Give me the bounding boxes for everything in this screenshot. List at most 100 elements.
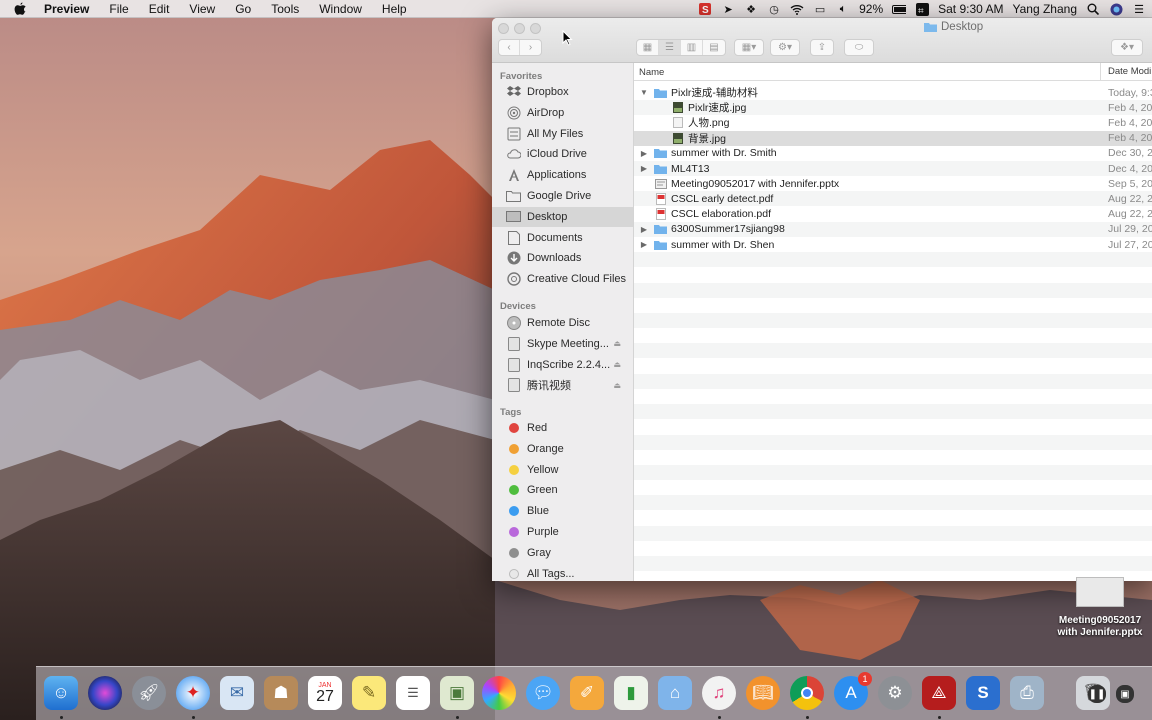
sidebar-device-item[interactable]: 腾讯视频 ⏏	[492, 375, 633, 395]
eject-icon[interactable]: ⏏	[613, 360, 621, 369]
photos-dock-icon[interactable]	[482, 676, 516, 710]
zoom-button[interactable]	[530, 23, 541, 34]
table-row[interactable]: 人物.png Feb 4, 20	[634, 115, 1152, 130]
sidebar-item-google-drive[interactable]: Google Drive	[492, 186, 633, 206]
contacts-dock-icon[interactable]: ☗	[264, 676, 298, 710]
pages-dock-icon[interactable]: ✐	[570, 676, 604, 710]
eject-icon[interactable]: ⏏	[613, 339, 621, 348]
disclosure-collapsed-icon[interactable]: ▶	[639, 240, 649, 249]
spotlight-search-icon[interactable]	[1086, 2, 1100, 16]
sidebar-device-item[interactable]: InqScribe 2.2.4... ⏏	[492, 355, 633, 375]
notes-dock-icon[interactable]: ✎	[352, 676, 386, 710]
sidebar-device-item[interactable]: Remote Disc	[492, 313, 633, 333]
desktop-file-pptx[interactable]: Meeting09052017 with Jennifer.pptx	[1050, 577, 1150, 639]
menu-window[interactable]: Window	[309, 0, 372, 18]
menu-tools[interactable]: Tools	[261, 0, 309, 18]
menu-app-name[interactable]: Preview	[44, 0, 99, 18]
dropbox-toolbar-button[interactable]: ❖▾	[1111, 39, 1143, 56]
menu-edit[interactable]: Edit	[139, 0, 180, 18]
action-button[interactable]: ⚙▾	[770, 39, 800, 56]
table-row[interactable]: Meeting09052017 with Jennifer.pptx Sep 5…	[634, 176, 1152, 191]
icon-view-icon[interactable]: ▦	[637, 40, 659, 55]
image-capture-dock-icon[interactable]: ⎙	[1010, 676, 1044, 710]
disclosure-collapsed-icon[interactable]: ▶	[639, 164, 649, 173]
reminders-dock-icon[interactable]: ☰	[396, 676, 430, 710]
app-store-dock-icon[interactable]: A1	[834, 672, 872, 710]
sidebar-tag-yellow[interactable]: Yellow	[492, 460, 633, 480]
chrome-dock-icon[interactable]	[790, 676, 824, 710]
numbers-dock-icon[interactable]: ▮	[614, 676, 648, 710]
sidebar-tag-purple[interactable]: Purple	[492, 522, 633, 542]
sidebar-item-icloud-drive[interactable]: iCloud Drive	[492, 144, 633, 164]
disclosure-expanded-icon[interactable]: ▼	[639, 88, 649, 97]
table-row[interactable]: ▼ Pixlr速成-辅助材料 Today, 9:3	[634, 85, 1152, 100]
time-machine-icon[interactable]: ◷	[767, 2, 781, 16]
apple-icon[interactable]	[14, 2, 32, 16]
preview-dock-icon[interactable]: ▣	[440, 676, 474, 710]
sidebar-device-item[interactable]: Skype Meeting... ⏏	[492, 334, 633, 354]
close-button[interactable]	[498, 23, 509, 34]
battery-icon[interactable]	[892, 2, 907, 16]
safari-dock-icon[interactable]: ✦	[176, 676, 210, 710]
eject-icon[interactable]: ⏏	[613, 381, 621, 390]
back-button[interactable]: ‹	[499, 40, 521, 55]
column-view-icon[interactable]: ▥	[681, 40, 703, 55]
table-row[interactable]: ▶ summer with Dr. Shen Jul 27, 20	[634, 237, 1152, 252]
itunes-dock-icon[interactable]: ♫	[702, 676, 736, 710]
keynote-dock-icon[interactable]: ⌂	[658, 676, 692, 710]
system-preferences-dock-icon[interactable]: ⚙	[878, 676, 912, 710]
table-row[interactable]: CSCL elaboration.pdf Aug 22, 2	[634, 207, 1152, 222]
messages-dock-icon[interactable]: 💬︎	[526, 676, 560, 710]
sidebar-tag-green[interactable]: Green	[492, 480, 633, 500]
sidebar-tag-all-tags-[interactable]: All Tags...	[492, 564, 633, 581]
sidebar-item-applications[interactable]: Applications	[492, 165, 633, 185]
launchpad-dock-icon[interactable]: 🚀︎	[132, 676, 166, 710]
column-date-header[interactable]: Date Modi	[1100, 63, 1151, 81]
pause-icon[interactable]: ❚❚	[1088, 685, 1106, 703]
table-row[interactable]: ▶ ML4T13 Dec 4, 20	[634, 161, 1152, 176]
table-row[interactable]: CSCL early detect.pdf Aug 22, 2	[634, 191, 1152, 207]
menu-user-name[interactable]: Yang Zhang	[1013, 2, 1078, 16]
input-source-icon[interactable]: ⌗	[915, 2, 929, 16]
sidebar-item-downloads[interactable]: Downloads	[492, 248, 633, 268]
menu-go[interactable]: Go	[225, 0, 261, 18]
share-button[interactable]: ⇪	[810, 39, 834, 56]
sidebar-tag-red[interactable]: Red	[492, 418, 633, 438]
menu-clock[interactable]: Sat 9:30 AM	[938, 2, 1003, 16]
forward-button[interactable]: ›	[520, 40, 541, 55]
location-icon[interactable]: ➤	[721, 2, 735, 16]
snagit-dock-icon[interactable]: S	[966, 676, 1000, 710]
sidebar-item-airdrop[interactable]: AirDrop	[492, 103, 633, 123]
screen-icon[interactable]: ▣	[1116, 685, 1134, 703]
table-row[interactable]: Pixlr速成.jpg Feb 4, 20	[634, 100, 1152, 116]
calendar-dock-icon[interactable]: JAN 27	[308, 676, 342, 710]
siri-dock-icon[interactable]	[88, 676, 122, 710]
sidebar-tag-gray[interactable]: Gray	[492, 543, 633, 563]
wifi-icon[interactable]	[790, 2, 804, 16]
airplay-icon[interactable]: ▭	[813, 2, 827, 16]
disclosure-collapsed-icon[interactable]: ▶	[639, 225, 649, 234]
snagit-menu-icon[interactable]: S	[698, 2, 712, 16]
ibooks-dock-icon[interactable]: 📖︎	[746, 676, 780, 710]
sidebar-item-desktop[interactable]: Desktop	[492, 206, 633, 227]
table-row[interactable]: 背景.jpg Feb 4, 20	[634, 130, 1152, 146]
table-row[interactable]: ▶ summer with Dr. Smith Dec 30, 2	[634, 146, 1152, 161]
finder-dock-icon[interactable]: ☺	[44, 676, 78, 710]
siri-menu-icon[interactable]	[1109, 2, 1123, 16]
column-name-header[interactable]: Name	[639, 67, 664, 78]
acrobat-dock-icon[interactable]: ⟁	[922, 676, 956, 710]
sidebar-tag-orange[interactable]: Orange	[492, 439, 633, 459]
menu-view[interactable]: View	[179, 0, 225, 18]
minimize-button[interactable]	[514, 23, 525, 34]
notification-center-icon[interactable]: ☰	[1132, 2, 1146, 16]
mail-dock-icon[interactable]: ✉	[220, 676, 254, 710]
volume-icon[interactable]: 🔈︎	[836, 2, 850, 16]
menu-help[interactable]: Help	[372, 0, 417, 18]
sidebar-item-all-my-files[interactable]: All My Files	[492, 124, 633, 144]
arrange-button[interactable]: ▦▾	[734, 39, 764, 56]
table-row[interactable]: ▶ 6300Summer17sjiang98 Jul 29, 20	[634, 221, 1152, 237]
sidebar-tag-blue[interactable]: Blue	[492, 501, 633, 521]
cover-flow-icon[interactable]: ▤	[703, 40, 725, 55]
sidebar-item-creative-cloud-files[interactable]: Creative Cloud Files	[492, 269, 633, 289]
disclosure-collapsed-icon[interactable]: ▶	[639, 149, 649, 158]
